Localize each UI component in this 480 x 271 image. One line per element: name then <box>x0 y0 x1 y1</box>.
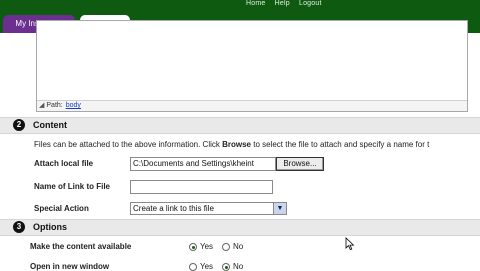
section-title: Content <box>33 120 67 130</box>
resize-handle-icon[interactable]: ◢ <box>39 102 44 109</box>
content-description: Files can be attached to the above infor… <box>34 140 430 149</box>
special-action-label: Special Action <box>34 204 89 213</box>
content-section-header: 2 Content <box>0 117 480 134</box>
home-link[interactable]: Home <box>246 0 265 7</box>
top-links: Home Help Logout <box>246 0 329 8</box>
help-link[interactable]: Help <box>275 0 290 7</box>
mouse-pointer-icon <box>345 237 355 251</box>
link-name-input[interactable] <box>130 180 273 194</box>
make-available-label: Make the content available <box>30 242 132 251</box>
section-title: Options <box>33 222 67 232</box>
browse-keyword: Browse <box>222 140 252 149</box>
make-available-yes-label: Yes <box>200 242 214 251</box>
step-number-badge: 2 <box>13 119 25 131</box>
attach-local-file-label: Attach local file <box>34 159 94 168</box>
link-name-label: Name of Link to File <box>34 182 111 191</box>
special-action-select[interactable]: Create a link to this file ▼ <box>130 202 287 215</box>
editor-path-bar: ◢ Path: body <box>37 100 467 111</box>
browse-button[interactable]: Browse... <box>276 157 324 171</box>
text-editor[interactable]: ◢ Path: body <box>36 20 468 112</box>
attach-file-input[interactable]: C:\Documents and Settings\kheint <box>130 157 276 171</box>
special-action-value: Create a link to this file <box>133 204 214 213</box>
logout-link[interactable]: Logout <box>299 0 322 7</box>
chevron-down-icon[interactable]: ▼ <box>273 203 286 214</box>
step-number-badge: 3 <box>13 221 25 233</box>
make-available-no-label: No <box>233 242 244 251</box>
make-available-yes-radio[interactable] <box>189 243 197 251</box>
path-label: Path: <box>46 102 63 109</box>
make-available-no-radio[interactable] <box>222 243 230 251</box>
path-body-link[interactable]: body <box>66 102 81 109</box>
options-section-header: 3 Options <box>0 219 480 236</box>
